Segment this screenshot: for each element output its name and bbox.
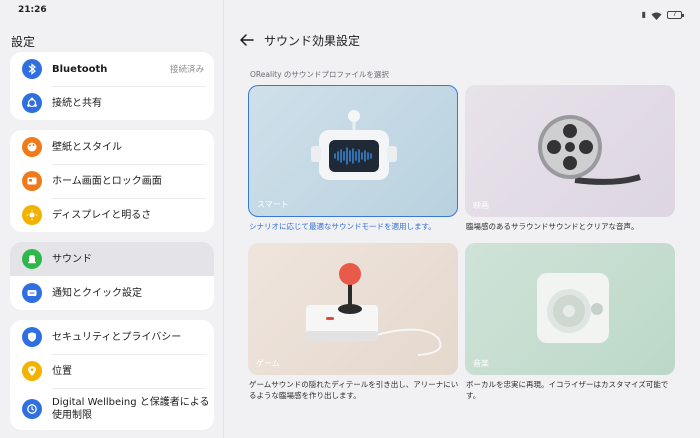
sidebar-item-label: セキュリティとプライバシー (52, 331, 182, 343)
profile-desc-movie: 臨場感のあるサラウンドサウンドとクリアな音声。 (466, 222, 639, 231)
profile-tile-movie[interactable]: 映画 (465, 85, 675, 217)
profile-tile-label: スマート (257, 200, 289, 209)
sidebar-item-home-lock[interactable]: ホーム画面とロック画面 (10, 164, 214, 198)
sidebar-item-bluetooth[interactable]: Bluetooth 接続済み (10, 52, 214, 86)
sidebar-item-label: ディスプレイと明るさ (52, 209, 152, 221)
sidebar-item-label: Digital Wellbeing と保護者による使用制限 (52, 397, 210, 421)
settings-group-sound: サウンド 通知とクイック設定 (10, 242, 214, 310)
sidebar-item-security[interactable]: セキュリティとプライバシー (10, 320, 214, 354)
smart-speaker-illustration (311, 110, 397, 180)
share-icon (22, 93, 42, 113)
sidebar-item-label: Bluetooth (52, 63, 108, 75)
sidebar-item-label: ホーム画面とロック画面 (52, 175, 162, 187)
sidebar-item-digital-wellbeing[interactable]: Digital Wellbeing と保護者による使用制限 (10, 388, 214, 430)
profile-tile-label: 音楽 (473, 359, 489, 368)
page-title: サウンド効果設定 (264, 34, 361, 48)
sidebar-item-sound[interactable]: サウンド (10, 242, 214, 276)
profile-desc-music: ボーカルを忠実に再現。イコライザーはカスタマイズ可能です。 (466, 380, 669, 400)
sidebar-item-notifications[interactable]: 通知とクイック設定 (10, 276, 214, 310)
palette-icon (22, 137, 42, 157)
sidebar-item-label: 位置 (52, 365, 72, 377)
settings-group-privacy: セキュリティとプライバシー 位置 Digital Wellbeing と保護者に… (10, 320, 214, 430)
notification-icon (22, 283, 42, 303)
sidebar-item-display[interactable]: ディスプレイと明るさ (10, 198, 214, 232)
panel-divider (223, 0, 224, 438)
sidebar-item-wallpaper[interactable]: 壁紙とスタイル (10, 130, 214, 164)
wifi-icon (651, 5, 662, 24)
sidebar-item-connection-sharing[interactable]: 接続と共有 (10, 86, 214, 120)
location-icon (22, 361, 42, 381)
profile-tile-music[interactable]: 音楽 (465, 243, 675, 375)
status-icons: ▮ 7 (641, 5, 684, 24)
profile-tile-game[interactable]: ゲーム (248, 243, 458, 375)
settings-group-connections: Bluetooth 接続済み 接続と共有 (10, 52, 214, 120)
back-button[interactable] (238, 31, 256, 49)
profile-tile-smart[interactable]: スマート (248, 85, 458, 217)
settings-group-display: 壁紙とスタイル ホーム画面とロック画面 ディスプレイと明るさ (10, 130, 214, 232)
sidebar-item-label: 接続と共有 (52, 97, 102, 109)
battery-icon: 7 (667, 10, 684, 19)
profile-desc-game: ゲームサウンドの隠れたディテールを引き出し、アリーナにいるような臨場感を作り出し… (249, 380, 459, 400)
sidebar-item-label: サウンド (52, 253, 92, 265)
sound-icon (22, 249, 42, 269)
sidebar-item-label: 通知とクイック設定 (52, 287, 142, 299)
joystick-illustration (306, 263, 442, 356)
shield-icon (22, 327, 42, 347)
speaker-illustration (537, 273, 609, 343)
bluetooth-icon (22, 59, 42, 79)
section-label: OReality のサウンドプロファイルを選択 (250, 70, 389, 79)
sidebar-item-label: 壁紙とスタイル (52, 141, 122, 153)
sidebar-item-location[interactable]: 位置 (10, 354, 214, 388)
home-screen-icon (22, 171, 42, 191)
bluetooth-status: 接続済み (169, 65, 204, 75)
profile-tile-label: ゲーム (256, 359, 280, 368)
settings-title: 設定 (11, 35, 36, 49)
profile-desc-smart: シナリオに応じて最適なサウンドモードを適用します。 (249, 222, 436, 231)
wellbeing-icon (22, 399, 42, 419)
brightness-icon (22, 205, 42, 225)
settings-sidebar: 設定 Bluetooth 接続済み 接続と共有 壁紙とスタイル ホーム画面とロッ… (0, 0, 223, 438)
film-reel-illustration (538, 115, 641, 185)
vibrate-icon: ▮ (641, 10, 646, 19)
back-arrow-icon (240, 34, 254, 46)
profile-tile-label: 映画 (473, 201, 489, 210)
